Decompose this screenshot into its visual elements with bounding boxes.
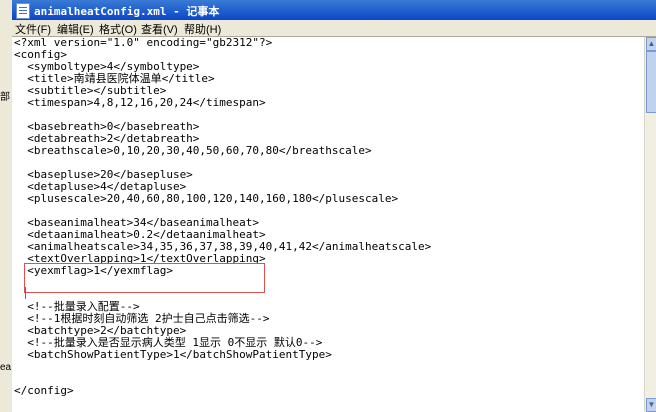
code-line: <batchShowPatientType>1</batchShowPatien… <box>14 348 332 361</box>
menu-help[interactable]: 帮助(H) <box>184 21 221 37</box>
vertical-scrollbar[interactable]: ▲ ▼ <box>644 37 656 412</box>
menu-format[interactable]: 格式(O) <box>99 21 137 37</box>
menu-bar: 文件(F) 编辑(E) 格式(O) 查看(V) 帮助(H) <box>12 20 656 37</box>
scroll-down-arrow-icon[interactable]: ▼ <box>646 398 656 412</box>
scrollbar-thumb[interactable] <box>646 51 656 113</box>
code-line: <breathscale>0,10,20,30,40,50,60,70,80</… <box>14 144 372 157</box>
text-editor-area[interactable]: <?xml version="1.0" encoding="gb2312"?> … <box>12 37 644 412</box>
menu-file[interactable]: 文件(F) <box>15 21 51 37</box>
code-line: <timespan>4,8,12,16,20,24</timespan> <box>14 96 266 109</box>
notepad-icon <box>16 3 30 19</box>
annotation-highlight-box <box>24 263 265 293</box>
background-text-fragment: ea <box>0 362 12 373</box>
menu-view[interactable]: 查看(V) <box>141 21 178 37</box>
code-line: <plusescale>20,40,60,80,100,120,140,160,… <box>14 192 399 205</box>
menu-edit[interactable]: 编辑(E) <box>57 21 94 37</box>
title-bar[interactable]: animalheatConfig.xml - 记事本 <box>12 0 656 20</box>
scroll-up-arrow-icon[interactable]: ▲ <box>646 37 656 51</box>
window-title: animalheatConfig.xml - 记事本 <box>34 5 220 18</box>
code-line: </config> <box>14 384 74 397</box>
document-text: <?xml version="1.0" encoding="gb2312"?> … <box>12 37 644 397</box>
text-cursor <box>25 287 26 299</box>
notepad-window: animalheatConfig.xml - 记事本 文件(F) 编辑(E) 格… <box>12 0 656 412</box>
background-text-fragment: 部 <box>0 92 10 103</box>
